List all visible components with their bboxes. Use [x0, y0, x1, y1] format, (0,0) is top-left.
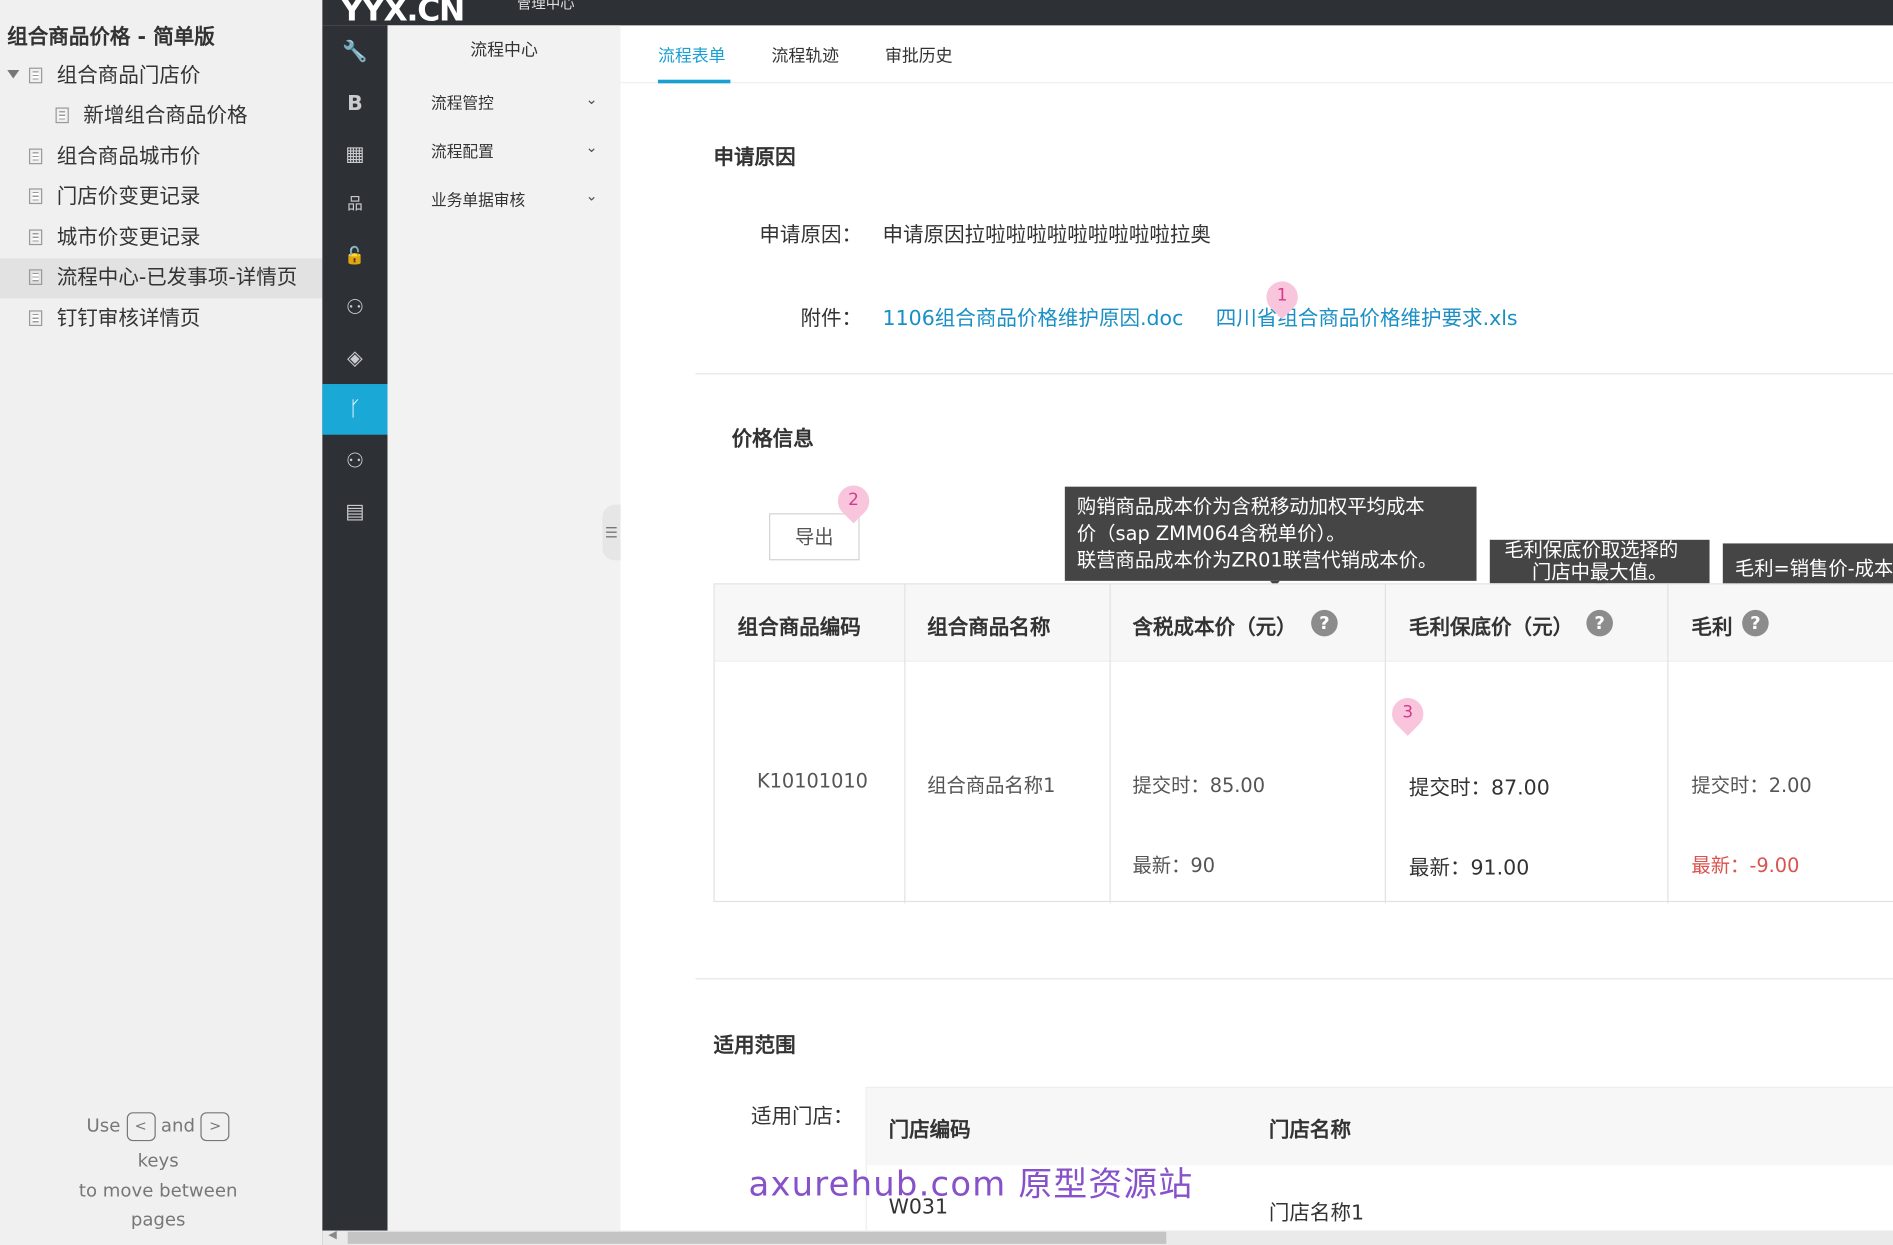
keyboard-help-line1: to move between: [78, 1179, 238, 1202]
tree-item-flow-detail[interactable]: 流程中心-已发事项-详情页: [0, 258, 323, 299]
tab-approval-history[interactable]: 审批历史: [885, 43, 953, 67]
cell-margin-submit: 提交时：2.00: [1691, 774, 1812, 798]
wrench-icon[interactable]: 🔧: [322, 27, 387, 78]
section-title-scope: 适用范围: [713, 1033, 796, 1058]
active-tab-indicator: [657, 79, 731, 84]
grid-icon[interactable]: ▦: [322, 129, 387, 180]
cell-store-name: 门店名称1: [1268, 1201, 1365, 1226]
scrollbar-thumb[interactable]: [347, 1231, 1167, 1244]
collapse-menu-icon[interactable]: ☰: [602, 504, 621, 561]
network-icon[interactable]: ⚇: [322, 283, 387, 334]
page-icon: [28, 188, 43, 205]
store-icon[interactable]: ▤: [322, 487, 387, 538]
chevron-down-icon: ⌄: [585, 138, 598, 156]
divider: [695, 978, 1893, 980]
watermark-text: axurehub.com 原型资源站: [748, 1164, 1194, 1204]
scroll-left-arrow-icon[interactable]: ◀: [328, 1229, 336, 1241]
header-floor: 毛利保底价（元）: [1408, 615, 1574, 641]
app-logo-subtitle: 管理中心: [516, 0, 575, 13]
org-icon[interactable]: 品: [322, 180, 387, 231]
section-title-price: 价格信息: [731, 427, 814, 452]
page-icon: [55, 107, 69, 124]
attachment-link-doc[interactable]: 1106组合商品价格维护原因.doc: [883, 301, 1184, 331]
next-key-icon: >: [200, 1111, 230, 1141]
col-divider: [904, 584, 906, 904]
cell-name: 组合商品名称1: [927, 774, 1056, 798]
header-margin: 毛利: [1691, 615, 1733, 641]
reason-value: 申请原因拉啦啦啦啦啦啦啦啦啦拉奥: [882, 223, 1211, 248]
cell-cost-submit: 提交时：85.00: [1132, 774, 1266, 798]
tree-item-store-price[interactable]: 组合商品门店价: [28, 57, 322, 97]
marker-1-label: 1: [1276, 286, 1288, 306]
header-name: 组合商品名称: [927, 615, 1051, 641]
tree-item-add-price[interactable]: 新增组合商品价格: [55, 97, 323, 137]
col-divider: [1384, 584, 1386, 904]
chevron-down-icon: ⌄: [585, 90, 598, 108]
page-icon: [28, 310, 43, 327]
page-icon: [28, 148, 43, 165]
submenu-item-doc-review[interactable]: 业务单据审核 ⌄: [431, 187, 600, 210]
diamond-icon[interactable]: ◈: [322, 333, 387, 384]
help-question-icon[interactable]: ?: [1311, 609, 1338, 637]
col-divider: [1109, 584, 1111, 904]
submenu-item-flow-control[interactable]: 流程管控 ⌄: [431, 91, 600, 114]
section-title-reason: 申请原因: [713, 146, 796, 171]
tree-item-city-price[interactable]: 组合商品城市价: [28, 138, 322, 178]
header-code: 组合商品编码: [737, 615, 861, 641]
detail-tabs: 流程表单 流程轨迹 审批历史: [620, 25, 1893, 84]
flow-submenu: 流程中心 流程管控 ⌄ 流程配置 ⌄ 业务单据审核 ⌄: [387, 25, 621, 1245]
header-store-name: 门店名称: [1268, 1118, 1351, 1143]
page-icon: [28, 269, 43, 285]
tab-flow-track[interactable]: 流程轨迹: [771, 43, 839, 67]
divider: [695, 373, 1893, 375]
attachment-link-xls[interactable]: 四川省组合商品价格维护要求.xls: [1216, 301, 1518, 331]
store-label: 适用门店：: [750, 1104, 854, 1130]
reason-label: 申请原因：: [759, 223, 863, 248]
page-icon: [28, 67, 43, 84]
b-icon[interactable]: B: [322, 78, 387, 129]
store-table-header: [866, 1088, 1893, 1166]
cell-floor-submit: 提交时：87.00: [1408, 776, 1550, 801]
header-cost: 含税成本价（元）: [1132, 615, 1297, 641]
tab-flow-form[interactable]: 流程表单: [658, 43, 726, 67]
tooltip-cost: 购销商品成本价为含税移动加权平均成本 价（sap ZMM064含税单价）。 联营…: [1064, 486, 1477, 581]
keyboard-help-line2: pages: [130, 1208, 186, 1231]
submenu-title: 流程中心: [470, 41, 538, 61]
tree-item-city-change-log[interactable]: 城市价变更记录: [28, 219, 322, 259]
keyboard-help-keys: keys: [137, 1149, 179, 1172]
cell-cost-latest: 最新：90: [1132, 853, 1215, 877]
price-table: 组合商品编码 组合商品名称 含税成本价（元） ? 毛利保底价（元） ? 毛利 ?…: [713, 583, 1893, 904]
lock-icon[interactable]: 🔓: [322, 231, 387, 282]
network-icon-2[interactable]: ⚇: [322, 436, 387, 487]
chevron-down-icon: ⌄: [585, 187, 598, 205]
header-store-code: 门店编码: [888, 1118, 971, 1143]
tooltip-floor: 毛利保底价取选择的 门店中最大值。: [1489, 539, 1710, 584]
cell-margin-latest: 最新：-9.00: [1691, 853, 1800, 877]
submenu-item-flow-config[interactable]: 流程配置 ⌄: [431, 139, 600, 162]
help-question-icon[interactable]: ?: [1742, 609, 1769, 637]
expand-triangle-icon[interactable]: [7, 70, 20, 79]
tree-item-dingtalk-detail[interactable]: 钉钉审核详情页: [28, 299, 322, 339]
prev-key-icon: <: [126, 1111, 156, 1141]
page-icon: [28, 229, 43, 246]
tree-title: 组合商品价格 - 简单版: [7, 25, 215, 50]
branch-icon[interactable]: ᚴ: [322, 384, 388, 435]
tree-item-store-change-log[interactable]: 门店价变更记录: [28, 178, 322, 218]
icon-rail: 🔧 B ▦ 品 🔓 ⚇ ◈ ᚴ ⚇ ▤: [322, 25, 388, 1245]
export-button[interactable]: 导出: [769, 513, 860, 561]
cell-code: K10101010: [756, 769, 868, 793]
attachment-label: 附件：: [800, 306, 863, 331]
page-tree-panel: 组合商品价格 - 简单版 组合商品门店价 新增组合商品价格 组合商品城市价 门店…: [0, 0, 323, 1245]
help-question-icon[interactable]: ?: [1586, 609, 1613, 637]
cell-floor-latest: 最新：91.00: [1408, 856, 1530, 881]
col-divider: [1667, 584, 1669, 904]
marker-3-label: 3: [1402, 702, 1414, 723]
marker-2-label: 2: [848, 490, 859, 510]
keyboard-help: Use < and >: [0, 1111, 316, 1141]
